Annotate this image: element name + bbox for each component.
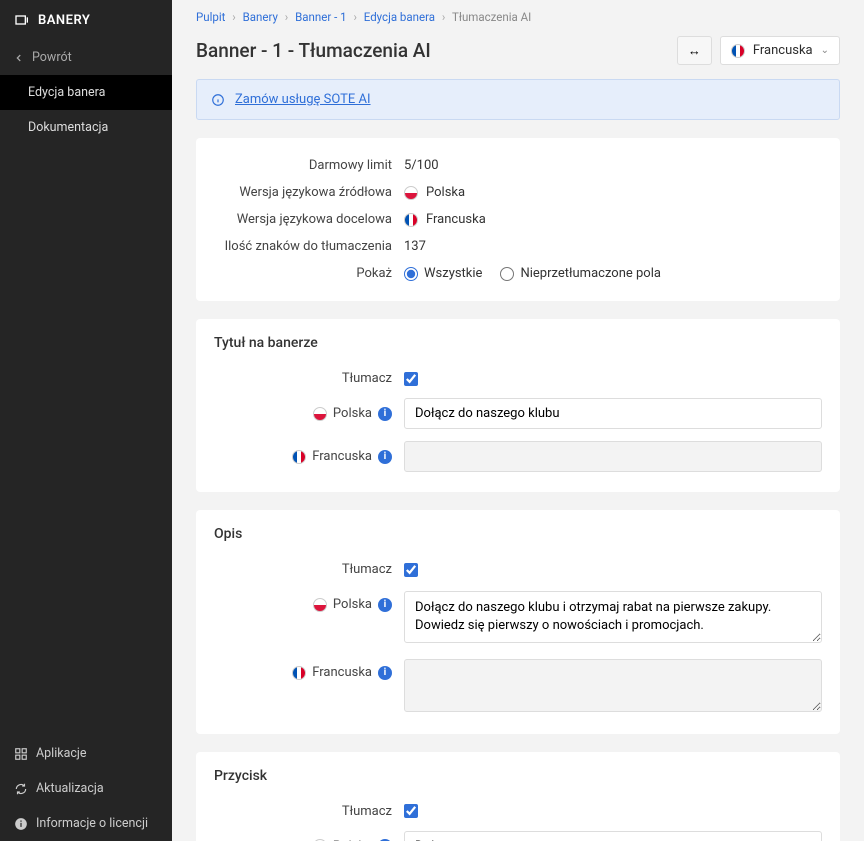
desc-fr-textarea[interactable]: [404, 659, 822, 711]
section-title-heading: Tytuł na banerze: [214, 335, 822, 351]
sidebar-item-documentation[interactable]: Dokumentacja: [0, 110, 172, 145]
breadcrumb-banery[interactable]: Banery: [243, 10, 278, 24]
info-icon: [14, 817, 28, 831]
breadcrumb-banner1[interactable]: Banner - 1: [295, 10, 346, 24]
title-translate-label: Tłumacz: [214, 371, 404, 386]
desc-fr-label: Francuska i: [214, 659, 404, 680]
sidebar-item-edit-banner[interactable]: Edycja banera: [0, 75, 172, 110]
sidebar: BANERY Powrót Edycja banera Dokumentacja…: [0, 0, 172, 841]
target-language-select[interactable]: Francuska ⌄: [720, 36, 840, 65]
meta-card: Darmowy limit 5/100 Wersja językowa źród…: [196, 138, 840, 301]
apps-icon: [14, 747, 28, 761]
breadcrumb-edit[interactable]: Edycja banera: [364, 10, 435, 24]
chars-label: Ilość znaków do tłumaczenia: [214, 239, 404, 254]
limit-label: Darmowy limit: [214, 158, 404, 173]
breadcrumb-current: Tłumaczenia AI: [452, 10, 531, 24]
button-translate-checkbox[interactable]: [404, 804, 418, 818]
refresh-icon: [14, 782, 28, 796]
section-button: Przycisk Tłumacz Polska i Francuska i: [196, 752, 840, 841]
info-dot-icon[interactable]: i: [378, 450, 392, 464]
title-pl-input[interactable]: [404, 398, 822, 429]
section-title: Tytuł na banerze Tłumacz Polska i Francu…: [196, 319, 840, 492]
order-service-link[interactable]: Zamów usługę SOTE AI: [235, 92, 371, 107]
limit-value: 5/100: [404, 158, 822, 173]
sidebar-back[interactable]: Powrót: [0, 40, 172, 75]
source-lang-value: Polska: [404, 185, 822, 200]
sidebar-foot-license[interactable]: Informacje o licencji: [0, 806, 172, 841]
button-pl-input[interactable]: [404, 831, 822, 841]
sidebar-title: BANERY: [0, 0, 172, 40]
breadcrumb: Pulpit › Banery › Banner - 1 › Edycja ba…: [196, 0, 840, 30]
section-desc-heading: Opis: [214, 526, 822, 542]
banner-icon: [14, 12, 30, 28]
show-label: Pokaż: [214, 266, 404, 281]
radio-show-untranslated[interactable]: Nieprzetłumaczone pola: [500, 266, 661, 281]
swap-languages-button[interactable]: ↔: [677, 36, 712, 65]
radio-show-all[interactable]: Wszystkie: [404, 266, 482, 281]
flag-fr-icon: [292, 450, 306, 464]
flag-fr-icon: [731, 44, 745, 58]
desc-translate-checkbox[interactable]: [404, 563, 418, 577]
main-content: Pulpit › Banery › Banner - 1 › Edycja ba…: [172, 0, 864, 841]
target-lang-value: Francuska: [404, 212, 822, 227]
flag-pl-icon: [404, 186, 418, 200]
info-dot-icon[interactable]: i: [378, 598, 392, 612]
title-fr-input[interactable]: [404, 441, 822, 472]
flag-pl-icon: [313, 598, 327, 612]
source-lang-label: Wersja językowa źródłowa: [214, 185, 404, 200]
flag-pl-icon: [313, 407, 327, 421]
chevron-left-icon: [14, 53, 24, 63]
desc-pl-textarea[interactable]: [404, 591, 822, 643]
sidebar-foot-apps[interactable]: Aplikacje: [0, 736, 172, 771]
flag-fr-icon: [404, 213, 418, 227]
desc-pl-label: Polska i: [214, 591, 404, 612]
swap-icon: ↔: [688, 43, 701, 58]
section-description: Opis Tłumacz Polska i Francuska i: [196, 510, 840, 734]
target-lang-label: Wersja językowa docelowa: [214, 212, 404, 227]
chars-value: 137: [404, 239, 822, 254]
info-dot-icon[interactable]: i: [378, 407, 392, 421]
page-title: Banner - 1 - Tłumaczenia AI: [196, 39, 671, 62]
info-circle-icon: [211, 93, 225, 107]
flag-fr-icon: [292, 666, 306, 680]
title-translate-checkbox[interactable]: [404, 372, 418, 386]
breadcrumb-pulpit[interactable]: Pulpit: [196, 10, 225, 24]
title-fr-label: Francuska i: [214, 449, 404, 464]
button-translate-label: Tłumacz: [214, 804, 404, 819]
chevron-down-icon: ⌄: [821, 45, 829, 56]
section-button-heading: Przycisk: [214, 768, 822, 784]
sidebar-foot-update[interactable]: Aktualizacja: [0, 771, 172, 806]
desc-translate-label: Tłumacz: [214, 562, 404, 577]
info-banner: Zamów usługę SOTE AI: [196, 79, 840, 120]
title-pl-label: Polska i: [214, 406, 404, 421]
info-dot-icon[interactable]: i: [378, 666, 392, 680]
